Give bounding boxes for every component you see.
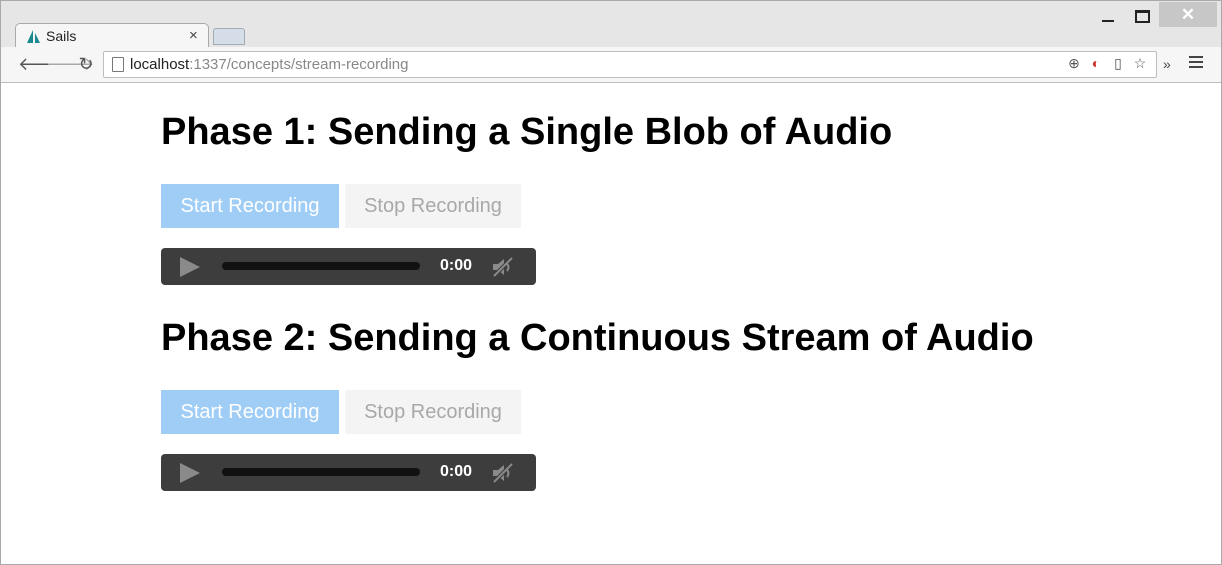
address-bar[interactable]: localhost:1337/concepts/stream-recording… (103, 51, 1157, 78)
maximize-icon (1134, 9, 1150, 23)
url-text[interactable]: localhost:1337/concepts/stream-recording (130, 56, 408, 73)
muted-speaker-icon[interactable] (491, 462, 515, 484)
menu-icon[interactable] (1189, 56, 1203, 71)
start-recording-button[interactable]: Start Recording (161, 390, 339, 434)
new-tab-button[interactable] (213, 28, 245, 45)
page-content: Phase 1: Sending a Single Blob of Audio … (1, 83, 1221, 565)
phase-2-heading: Phase 2: Sending a Continuous Stream of … (161, 317, 1034, 359)
tab-title: Sails (46, 28, 77, 44)
audio-time: 0:00 (440, 463, 473, 480)
seek-bar[interactable] (222, 468, 420, 476)
window-close-button[interactable]: ✕ (1159, 2, 1217, 27)
reload-button[interactable]: ↻ (76, 54, 96, 74)
bookmark-star-icon[interactable]: ☆ (1132, 55, 1148, 71)
reader-icon[interactable]: ▯ (1110, 55, 1126, 71)
forward-button[interactable]: 🡒 (46, 54, 94, 74)
muted-speaker-icon[interactable] (491, 256, 515, 278)
browser-tab[interactable]: Sails × (15, 23, 209, 48)
page-icon (112, 57, 124, 72)
tab-close-button[interactable]: × (189, 27, 198, 44)
audio-player: 0:00 (161, 248, 536, 285)
minimize-icon (1102, 20, 1114, 22)
stop-recording-button[interactable]: Stop Recording (345, 184, 521, 228)
maximize-button[interactable] (1129, 5, 1155, 27)
extension-icon[interactable]: ◐ (1088, 55, 1104, 71)
audio-time: 0:00 (440, 257, 473, 274)
seek-bar[interactable] (222, 262, 420, 270)
audio-player: 0:00 (161, 454, 536, 491)
browser-window: ✕ Sails × 🡐 🡒 ↻ localhost:1337/concepts/… (0, 0, 1222, 565)
phase-1-heading: Phase 1: Sending a Single Blob of Audio (161, 111, 893, 153)
sails-logo-icon (27, 30, 40, 43)
play-icon[interactable] (180, 257, 200, 277)
zoom-icon[interactable]: ⊕ (1066, 55, 1082, 71)
back-button[interactable]: 🡐 (18, 54, 66, 74)
extensions-overflow-button[interactable]: » (1163, 56, 1171, 72)
play-icon[interactable] (180, 463, 200, 483)
browser-toolbar: 🡐 🡒 ↻ localhost:1337/concepts/stream-rec… (1, 47, 1221, 83)
stop-recording-button[interactable]: Stop Recording (345, 390, 521, 434)
minimize-button[interactable] (1095, 5, 1121, 27)
start-recording-button[interactable]: Start Recording (161, 184, 339, 228)
